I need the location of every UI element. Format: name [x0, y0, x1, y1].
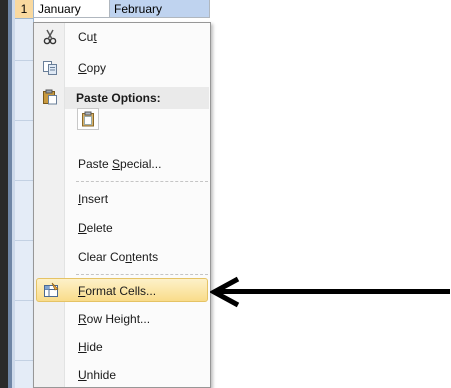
menu-item-format-cells[interactable]: Format Cells...	[36, 278, 208, 302]
window-frame	[0, 0, 8, 388]
menu-item-hide[interactable]: Hide	[36, 335, 208, 359]
menu-item-label: Copy	[78, 61, 107, 75]
menu-separator	[76, 181, 208, 182]
copy-icon	[43, 61, 57, 75]
cell-b1[interactable]: February	[110, 0, 210, 18]
menu-item-clear-contents[interactable]: Clear Contents	[36, 245, 208, 269]
paste-icon	[82, 111, 94, 127]
menu-item-label: Clear Contents	[78, 250, 159, 264]
clipboard-icon	[43, 89, 57, 105]
format-cells-icon	[44, 282, 59, 297]
row-header-column[interactable]	[15, 0, 34, 388]
paste-option-button[interactable]	[77, 108, 99, 130]
row-divider	[15, 240, 33, 241]
menu-item-label: Cut	[78, 30, 97, 44]
menu-item-paste-special[interactable]: Paste Special...	[36, 152, 208, 176]
menu-item-label: Format Cells...	[78, 284, 157, 298]
row-header-1[interactable]: 1	[15, 0, 33, 19]
menu-item-copy[interactable]: Copy	[36, 56, 208, 80]
menu-item-label: Insert	[78, 192, 109, 206]
paste-options-header: Paste Options:	[65, 87, 209, 109]
menu-item-unhide[interactable]: Unhide	[36, 363, 208, 387]
menu-item-delete[interactable]: Delete	[36, 216, 208, 240]
row-divider	[15, 180, 33, 181]
menu-item-label: Unhide	[78, 368, 117, 382]
menu-item-cut[interactable]: Cut	[36, 25, 208, 49]
menu-item-label: Row Height...	[78, 312, 151, 326]
menu-item-row-height[interactable]: Row Height...	[36, 307, 208, 331]
menu-item-label: Paste Special...	[78, 157, 162, 171]
annotation-arrow-head	[210, 276, 240, 308]
annotation-arrow-shaft	[218, 289, 450, 294]
menu-item-label: Delete	[78, 221, 113, 235]
scissors-icon	[43, 29, 57, 45]
row-divider	[15, 360, 33, 361]
row-divider	[15, 300, 33, 301]
menu-item-insert[interactable]: Insert	[36, 187, 208, 211]
menu-item-label: Hide	[78, 340, 103, 354]
row-divider	[15, 60, 33, 61]
context-menu: Cut Copy Paste Options: Paste Special...…	[33, 22, 211, 388]
menu-separator	[76, 274, 208, 275]
row-divider	[15, 120, 33, 121]
cell-a1[interactable]: January	[34, 0, 110, 18]
